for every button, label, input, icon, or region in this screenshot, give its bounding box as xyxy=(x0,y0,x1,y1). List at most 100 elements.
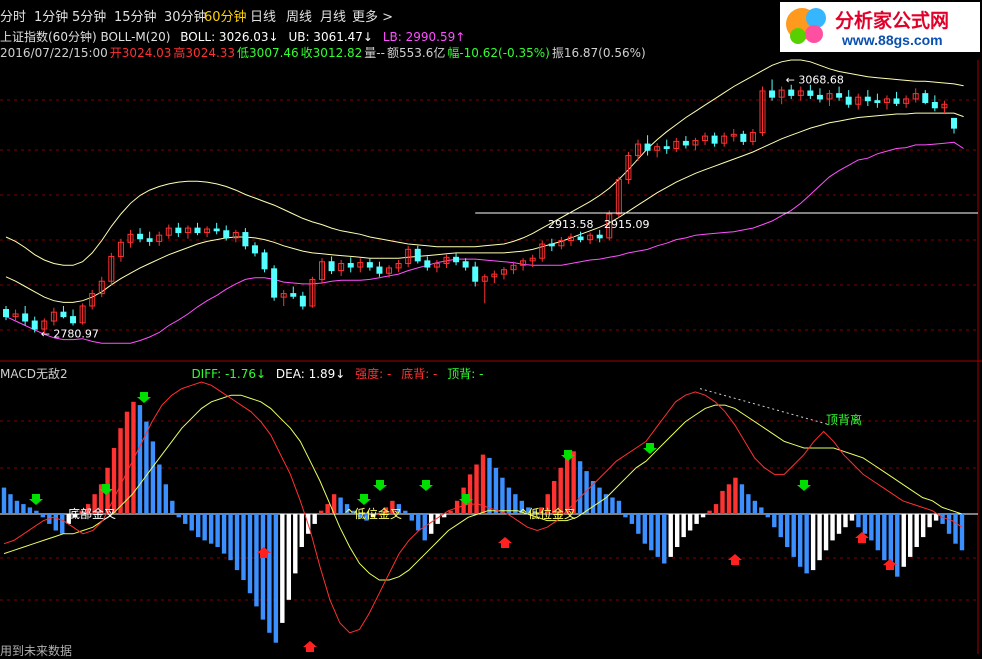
candle-body xyxy=(951,117,957,129)
macd-hist-bar xyxy=(409,514,414,521)
candle-body xyxy=(874,100,881,103)
candle-body xyxy=(548,243,555,247)
candle-body xyxy=(740,133,747,142)
macd-hist-bar xyxy=(403,510,408,514)
candle-body xyxy=(788,89,795,96)
macd-hist-bar xyxy=(118,428,123,514)
macd-hist-bar xyxy=(810,514,816,571)
candle-body xyxy=(290,293,297,297)
macd-hist-bar xyxy=(273,514,279,643)
macd-hist-bar xyxy=(765,514,771,518)
macd-hist-bar xyxy=(623,514,628,518)
macd-hist-bar xyxy=(733,477,738,514)
macd-hist-bar xyxy=(293,514,298,574)
macd-hist-bar xyxy=(150,441,156,514)
top-signal-arrow-icon xyxy=(373,480,387,491)
candle-body xyxy=(70,316,77,324)
macd-hist-bar xyxy=(946,514,952,534)
macd-hist-bar xyxy=(577,461,583,514)
macd-hist-bar xyxy=(183,514,188,524)
macd-hist-bar xyxy=(759,507,764,514)
macd-hist-bar xyxy=(862,514,868,534)
top-divergence-label: 顶背离 xyxy=(826,412,862,427)
macd-hist-bar xyxy=(21,504,26,514)
macd-hist-bar xyxy=(713,504,719,514)
macd-hist-bar xyxy=(655,514,660,557)
macd-hist-bar xyxy=(325,504,330,514)
macd-hist-bar xyxy=(299,514,304,547)
macd-hist-bar xyxy=(836,514,842,534)
top-signal-arrow-icon xyxy=(797,480,811,491)
candle-body xyxy=(644,143,651,151)
macd-hist-bar xyxy=(629,514,635,524)
macd-hist-bar xyxy=(830,514,835,541)
macd-hist-bar xyxy=(843,514,848,528)
candle-body xyxy=(366,262,373,268)
macd-hist-bar xyxy=(14,500,20,514)
macd-hist-bar xyxy=(416,514,421,531)
macd-hist-bar xyxy=(286,514,292,600)
cross-label-3: ^低位金叉 xyxy=(518,506,576,521)
macd-hist-bar xyxy=(642,514,648,544)
macd-hist-bar xyxy=(53,514,58,531)
macd-hist-bar xyxy=(785,514,790,547)
top-signal-arrow-icon xyxy=(419,480,433,491)
macd-hist-bar xyxy=(823,514,829,551)
macd-hist-bar xyxy=(111,448,117,514)
candle-body xyxy=(424,260,431,268)
candle-body xyxy=(146,238,153,242)
candle-body xyxy=(22,313,29,322)
macd-hist-bar xyxy=(221,514,227,554)
candle-body xyxy=(60,311,67,318)
mid-label-1: 2913.58 xyxy=(548,218,594,231)
candle-body xyxy=(299,295,306,307)
candle-body xyxy=(816,94,823,100)
macd-hist-bar xyxy=(280,514,285,623)
macd-hist-bar xyxy=(474,464,479,514)
top-div-value: 顶背: - xyxy=(447,367,484,381)
macd-name: MACD无敌2 xyxy=(0,367,68,381)
macd-hist-bar xyxy=(746,494,751,514)
macd-hist-bar xyxy=(882,514,887,561)
macd-hist-bar xyxy=(856,514,861,528)
macd-hist-bar xyxy=(195,514,201,538)
footer-note: 用到未来数据 xyxy=(0,644,73,658)
macd-hist-bar xyxy=(662,514,667,564)
macd-hist-bar xyxy=(429,514,434,534)
macd-hist-bar xyxy=(500,477,505,514)
candle-body xyxy=(462,261,469,268)
macd-hist-bar xyxy=(739,484,745,514)
macd-hist-bar xyxy=(791,514,796,557)
macd-hist-bar xyxy=(681,514,686,538)
macd-hist-bar xyxy=(60,514,65,534)
mid-label-2: 2915.09 xyxy=(604,218,650,231)
macd-hist-bar xyxy=(163,484,169,514)
top-signal-arrow-icon xyxy=(137,392,151,403)
candle-body xyxy=(137,233,144,240)
macd-hist-bar xyxy=(959,514,965,551)
macd-hist-bar xyxy=(649,514,654,551)
macd-hist-bar xyxy=(636,514,641,534)
macd-hist-bar xyxy=(901,514,906,567)
macd-hist-bar xyxy=(610,497,615,514)
macd-hist-bar xyxy=(752,500,758,514)
macd-hist-bar xyxy=(933,514,939,521)
macd-hist-bar xyxy=(506,487,512,514)
candle-body xyxy=(261,252,268,270)
macd-hist-bar xyxy=(228,514,233,561)
macd-hist-bar xyxy=(797,514,803,567)
min-price-label: ← 2780.97 xyxy=(41,327,99,340)
macd-hist-bar xyxy=(953,514,958,544)
candle-body xyxy=(682,140,689,146)
candle-body xyxy=(3,309,9,318)
candle-body xyxy=(376,266,383,274)
macd-hist-bar xyxy=(694,514,699,524)
candle-body xyxy=(328,261,335,272)
candle-body xyxy=(194,227,201,234)
macd-hist-bar xyxy=(616,500,622,514)
candle-body xyxy=(845,96,852,105)
macd-hist-bar xyxy=(869,514,874,541)
macd-hist-bar xyxy=(267,514,272,633)
candle-body xyxy=(414,248,421,262)
candle-body xyxy=(453,256,460,263)
